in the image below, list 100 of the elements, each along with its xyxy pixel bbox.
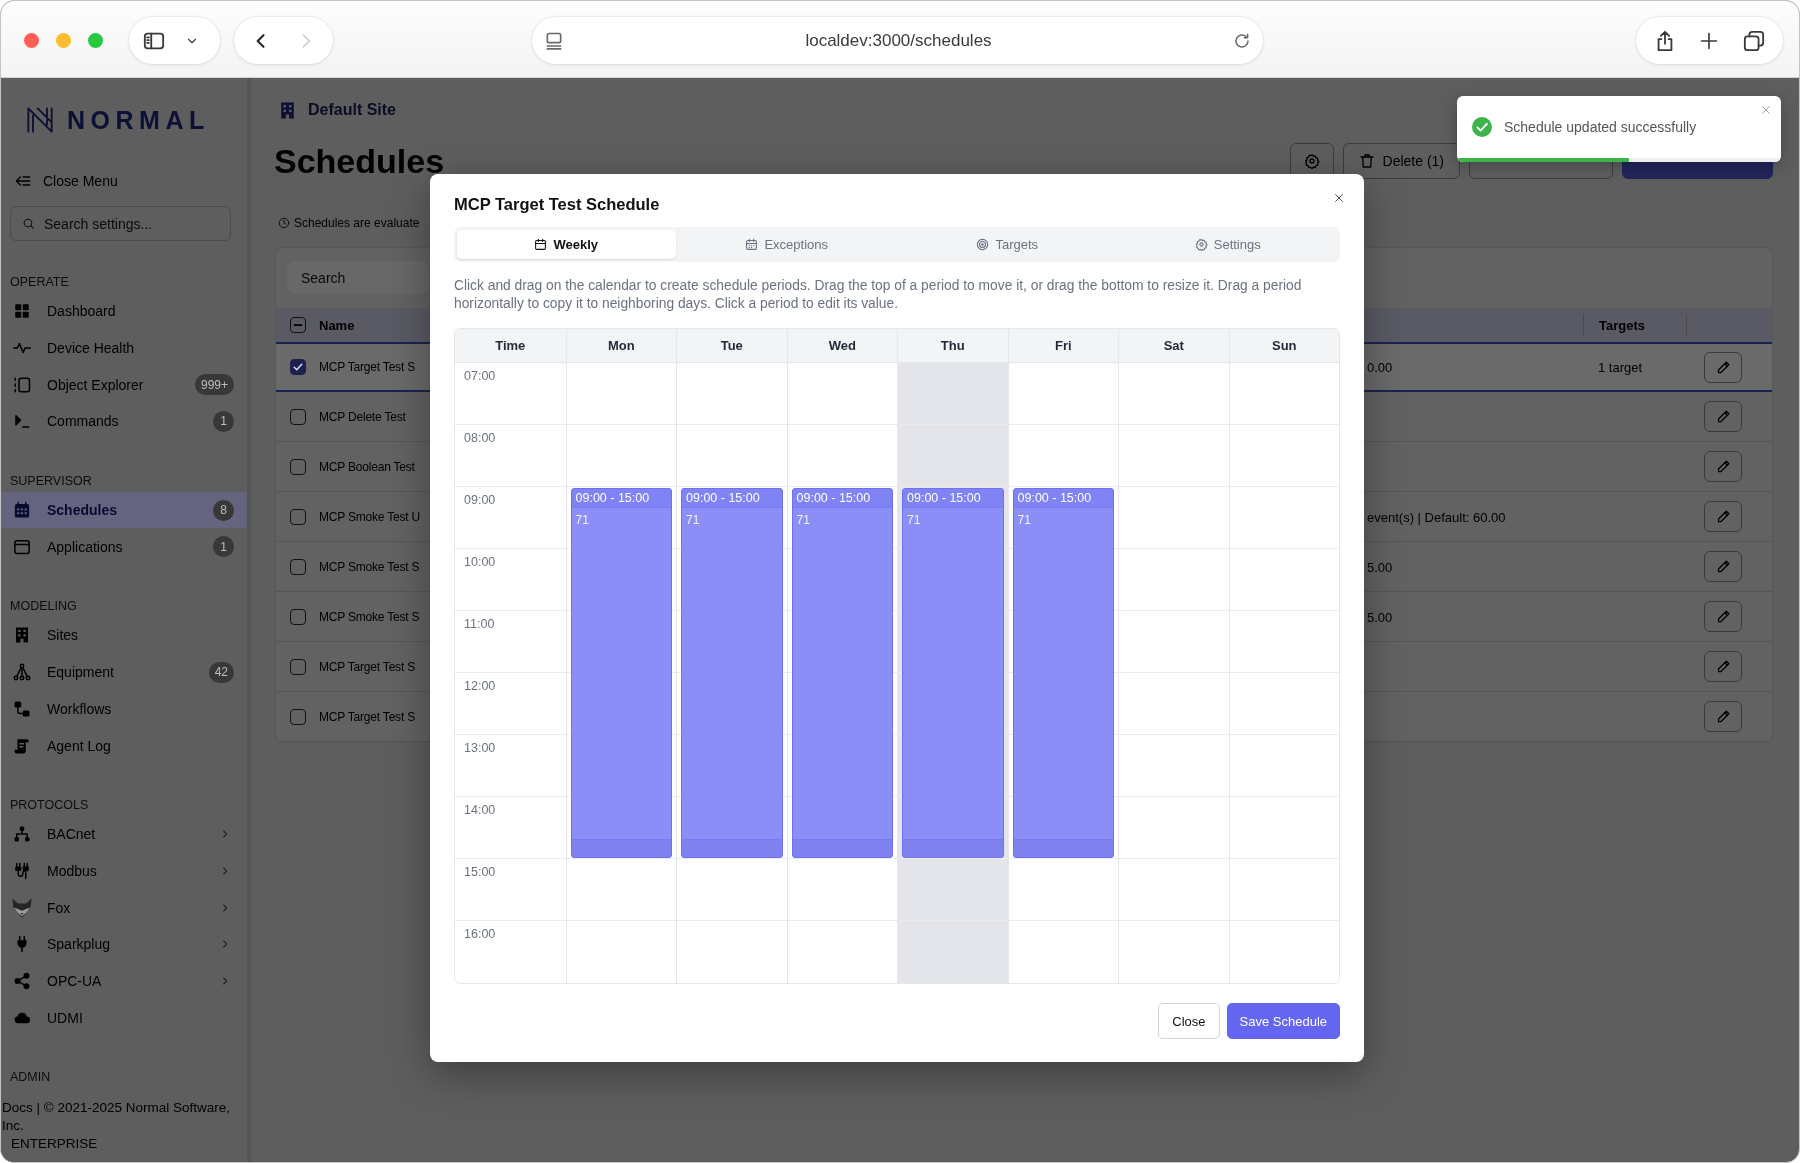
sidebar-item[interactable]: Modbus xyxy=(1,852,247,890)
toast-close-button[interactable] xyxy=(1760,104,1772,116)
close-button[interactable]: Close xyxy=(1158,1003,1220,1039)
tab-overview-button[interactable] xyxy=(1743,29,1766,52)
address-bar[interactable]: localdev:3000/schedules xyxy=(532,17,1263,64)
day-column[interactable]: 09:00 - 15:00 71 xyxy=(676,363,787,983)
sidebar-item[interactable]: Workflows xyxy=(1,690,247,728)
period-time: 09:00 - 15:00 xyxy=(792,489,892,508)
pencil-icon xyxy=(1715,709,1731,724)
edit-button[interactable] xyxy=(1704,401,1742,432)
calendar-icon xyxy=(13,501,31,520)
url-text: localdev:3000/schedules xyxy=(804,30,993,51)
resize-handle[interactable] xyxy=(571,839,671,857)
section-heading: SUPERVISOR xyxy=(9,472,93,490)
tab[interactable]: Weekly xyxy=(457,230,676,259)
reload-button[interactable] xyxy=(1233,31,1251,50)
sidebar-item[interactable]: OPC-UA xyxy=(1,962,247,1000)
edit-button[interactable] xyxy=(1704,501,1742,532)
calendar-dots-icon xyxy=(745,238,759,251)
sidebar-item[interactable]: Equipment 42 xyxy=(1,653,247,691)
sidebar-item[interactable]: Device Health xyxy=(1,329,247,367)
day-column[interactable]: 09:00 - 15:00 71 xyxy=(565,363,676,983)
day-column[interactable]: 09:00 - 15:00 71 xyxy=(1007,363,1118,983)
sidebar-item[interactable]: Sparkplug xyxy=(1,925,247,963)
row-checkbox[interactable] xyxy=(290,359,306,375)
row-checkbox[interactable] xyxy=(290,608,306,625)
cable-icon xyxy=(13,861,31,880)
section-heading: PROTOCOLS xyxy=(9,796,90,814)
schedule-name: MCP Delete Test xyxy=(319,409,406,424)
sidebar-item[interactable]: Applications 1 xyxy=(1,528,247,566)
new-tab-button[interactable] xyxy=(1699,30,1720,51)
save-button[interactable]: Save Schedule xyxy=(1226,1003,1340,1039)
close-menu-button[interactable]: Close Menu xyxy=(1,169,118,193)
sidebar-item[interactable]: UDMI xyxy=(1,999,247,1036)
close-window-button[interactable] xyxy=(24,33,39,48)
sidebar-item[interactable]: Fox xyxy=(1,889,247,926)
close-icon xyxy=(1333,192,1345,204)
calendar-icon xyxy=(534,238,548,251)
day-column[interactable]: 09:00 - 15:00 71 xyxy=(897,363,1008,983)
schedule-period[interactable]: 09:00 - 15:00 71 xyxy=(791,488,893,858)
tab[interactable]: Exceptions xyxy=(677,230,896,259)
column-header: Thu xyxy=(897,329,1008,362)
search-field[interactable]: Search xyxy=(287,261,429,294)
schedule-period[interactable]: 09:00 - 15:00 71 xyxy=(681,488,783,858)
collapse-arrow-icon xyxy=(15,173,31,189)
tab[interactable]: Targets xyxy=(898,230,1117,259)
hierarchy-icon xyxy=(13,663,31,682)
row-checkbox[interactable] xyxy=(290,558,306,575)
sidebar-item[interactable]: BACnet xyxy=(1,815,247,853)
edit-button[interactable] xyxy=(1704,601,1742,632)
logo-icon xyxy=(25,106,55,134)
column-value: 5.00 xyxy=(1367,559,1393,575)
edit-button[interactable] xyxy=(1704,551,1742,582)
select-all-checkbox[interactable] xyxy=(290,317,306,333)
docs-link[interactable]: Docs xyxy=(2,1100,33,1115)
schedule-period[interactable]: 09:00 - 15:00 71 xyxy=(902,488,1004,858)
edit-button[interactable] xyxy=(1704,451,1742,482)
row-checkbox[interactable] xyxy=(290,508,306,525)
schedule-period[interactable]: 09:00 - 15:00 71 xyxy=(1012,488,1114,858)
terminal-icon xyxy=(13,412,31,431)
schedule-name: MCP Target Test S xyxy=(319,659,415,674)
sidebar-item[interactable]: Sites xyxy=(1,617,247,654)
time-label: 08:00 xyxy=(464,431,496,445)
search-icon xyxy=(22,217,35,230)
edit-button[interactable] xyxy=(1704,701,1742,732)
period-value: 71 xyxy=(575,513,589,527)
search-field[interactable]: Search settings... xyxy=(10,206,231,241)
resize-handle[interactable] xyxy=(903,839,1003,857)
edit-button[interactable] xyxy=(1704,651,1742,682)
row-checkbox[interactable] xyxy=(290,458,306,475)
resize-handle[interactable] xyxy=(682,839,782,857)
tab[interactable]: Settings xyxy=(1118,230,1337,259)
dashed-square-icon xyxy=(13,375,31,394)
schedule-period[interactable]: 09:00 - 15:00 71 xyxy=(570,488,672,858)
breadcrumb-text: Default Site xyxy=(308,101,396,119)
sidebar-item[interactable]: Agent Log xyxy=(1,727,247,764)
sidebar-item[interactable]: Commands 1 xyxy=(1,403,247,440)
pencil-icon xyxy=(1715,609,1731,624)
row-checkbox[interactable] xyxy=(290,708,306,725)
row-checkbox[interactable] xyxy=(290,408,306,425)
zoom-window-button[interactable] xyxy=(88,33,103,48)
dialog-title: MCP Target Test Schedule xyxy=(454,194,660,215)
period-value: 71 xyxy=(907,513,921,527)
reader-icon[interactable] xyxy=(544,30,564,51)
resize-handle[interactable] xyxy=(792,839,892,857)
clock-icon xyxy=(278,217,290,229)
pencil-icon xyxy=(1715,559,1731,574)
resize-handle[interactable] xyxy=(1013,839,1113,857)
row-checkbox[interactable] xyxy=(290,658,306,675)
section-heading: ADMIN xyxy=(9,1069,52,1086)
day-column[interactable]: 09:00 - 15:00 71 xyxy=(786,363,897,983)
sidebar-toggle-button[interactable] xyxy=(129,17,220,64)
count-badge: 1 xyxy=(213,536,234,558)
sidebar-item[interactable]: Schedules 8 xyxy=(1,491,247,529)
sidebar-item[interactable]: Object Explorer 999+ xyxy=(1,366,247,404)
sidebar-item[interactable]: Dashboard xyxy=(1,293,247,330)
column-header: Targets xyxy=(1599,317,1645,333)
edit-button[interactable] xyxy=(1704,351,1742,383)
column-header: Time xyxy=(494,337,527,355)
section-heading: MODELING xyxy=(9,598,78,616)
